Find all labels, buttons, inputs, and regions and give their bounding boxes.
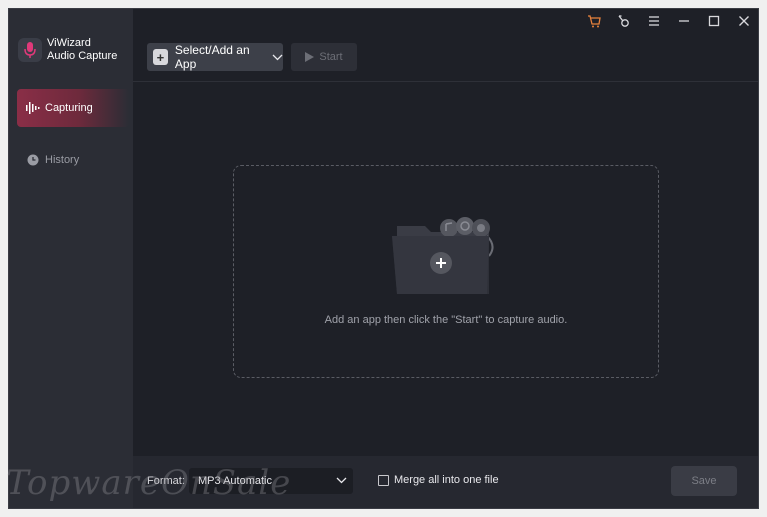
waveform-icon	[26, 101, 40, 115]
start-button[interactable]: Start	[291, 43, 357, 71]
menu-icon[interactable]	[646, 13, 662, 29]
toolbar: + Select/Add an App Start	[133, 33, 758, 82]
sidebar-item-history[interactable]: History	[17, 141, 129, 179]
plus-icon: +	[153, 49, 168, 65]
sidebar-item-label: History	[45, 154, 80, 166]
sidebar: ViWizard Audio Capture Capturing History	[9, 9, 133, 508]
chevron-down-icon	[336, 475, 347, 487]
checkbox-box[interactable]	[378, 474, 389, 486]
save-button[interactable]: Save	[671, 466, 737, 496]
merge-label: Merge all into one file	[394, 474, 499, 486]
brand: ViWizard Audio Capture	[18, 37, 117, 63]
app-name-line2: Audio Capture	[47, 50, 118, 62]
dropzone-hint: Add an app then click the "Start" to cap…	[324, 314, 568, 326]
minimize-icon[interactable]	[676, 13, 692, 29]
cart-icon[interactable]	[586, 13, 602, 29]
select-add-app-label: Select/Add an App	[174, 43, 250, 71]
chevron-down-icon	[272, 54, 283, 61]
clock-icon	[26, 153, 40, 167]
titlebar	[133, 9, 758, 33]
close-icon[interactable]	[736, 13, 752, 29]
maximize-icon[interactable]	[706, 13, 722, 29]
start-label: Start	[319, 51, 343, 63]
sidebar-item-label: Capturing	[45, 102, 93, 114]
app-name-line1: ViWizard	[47, 37, 91, 49]
key-icon[interactable]	[616, 13, 632, 29]
play-icon	[305, 52, 315, 62]
microphone-logo-icon	[18, 38, 42, 62]
folder-apps-icon	[389, 216, 501, 301]
sidebar-item-capturing[interactable]: Capturing	[17, 89, 129, 127]
watermark: TopwareOnSale	[6, 463, 292, 503]
merge-checkbox[interactable]: Merge all into one file	[378, 474, 499, 486]
add-app-dropzone[interactable]: Add an app then click the "Start" to cap…	[233, 165, 659, 378]
app-window: ViWizard Audio Capture Capturing History…	[8, 8, 759, 509]
select-add-app-button[interactable]: + Select/Add an App	[147, 43, 283, 71]
